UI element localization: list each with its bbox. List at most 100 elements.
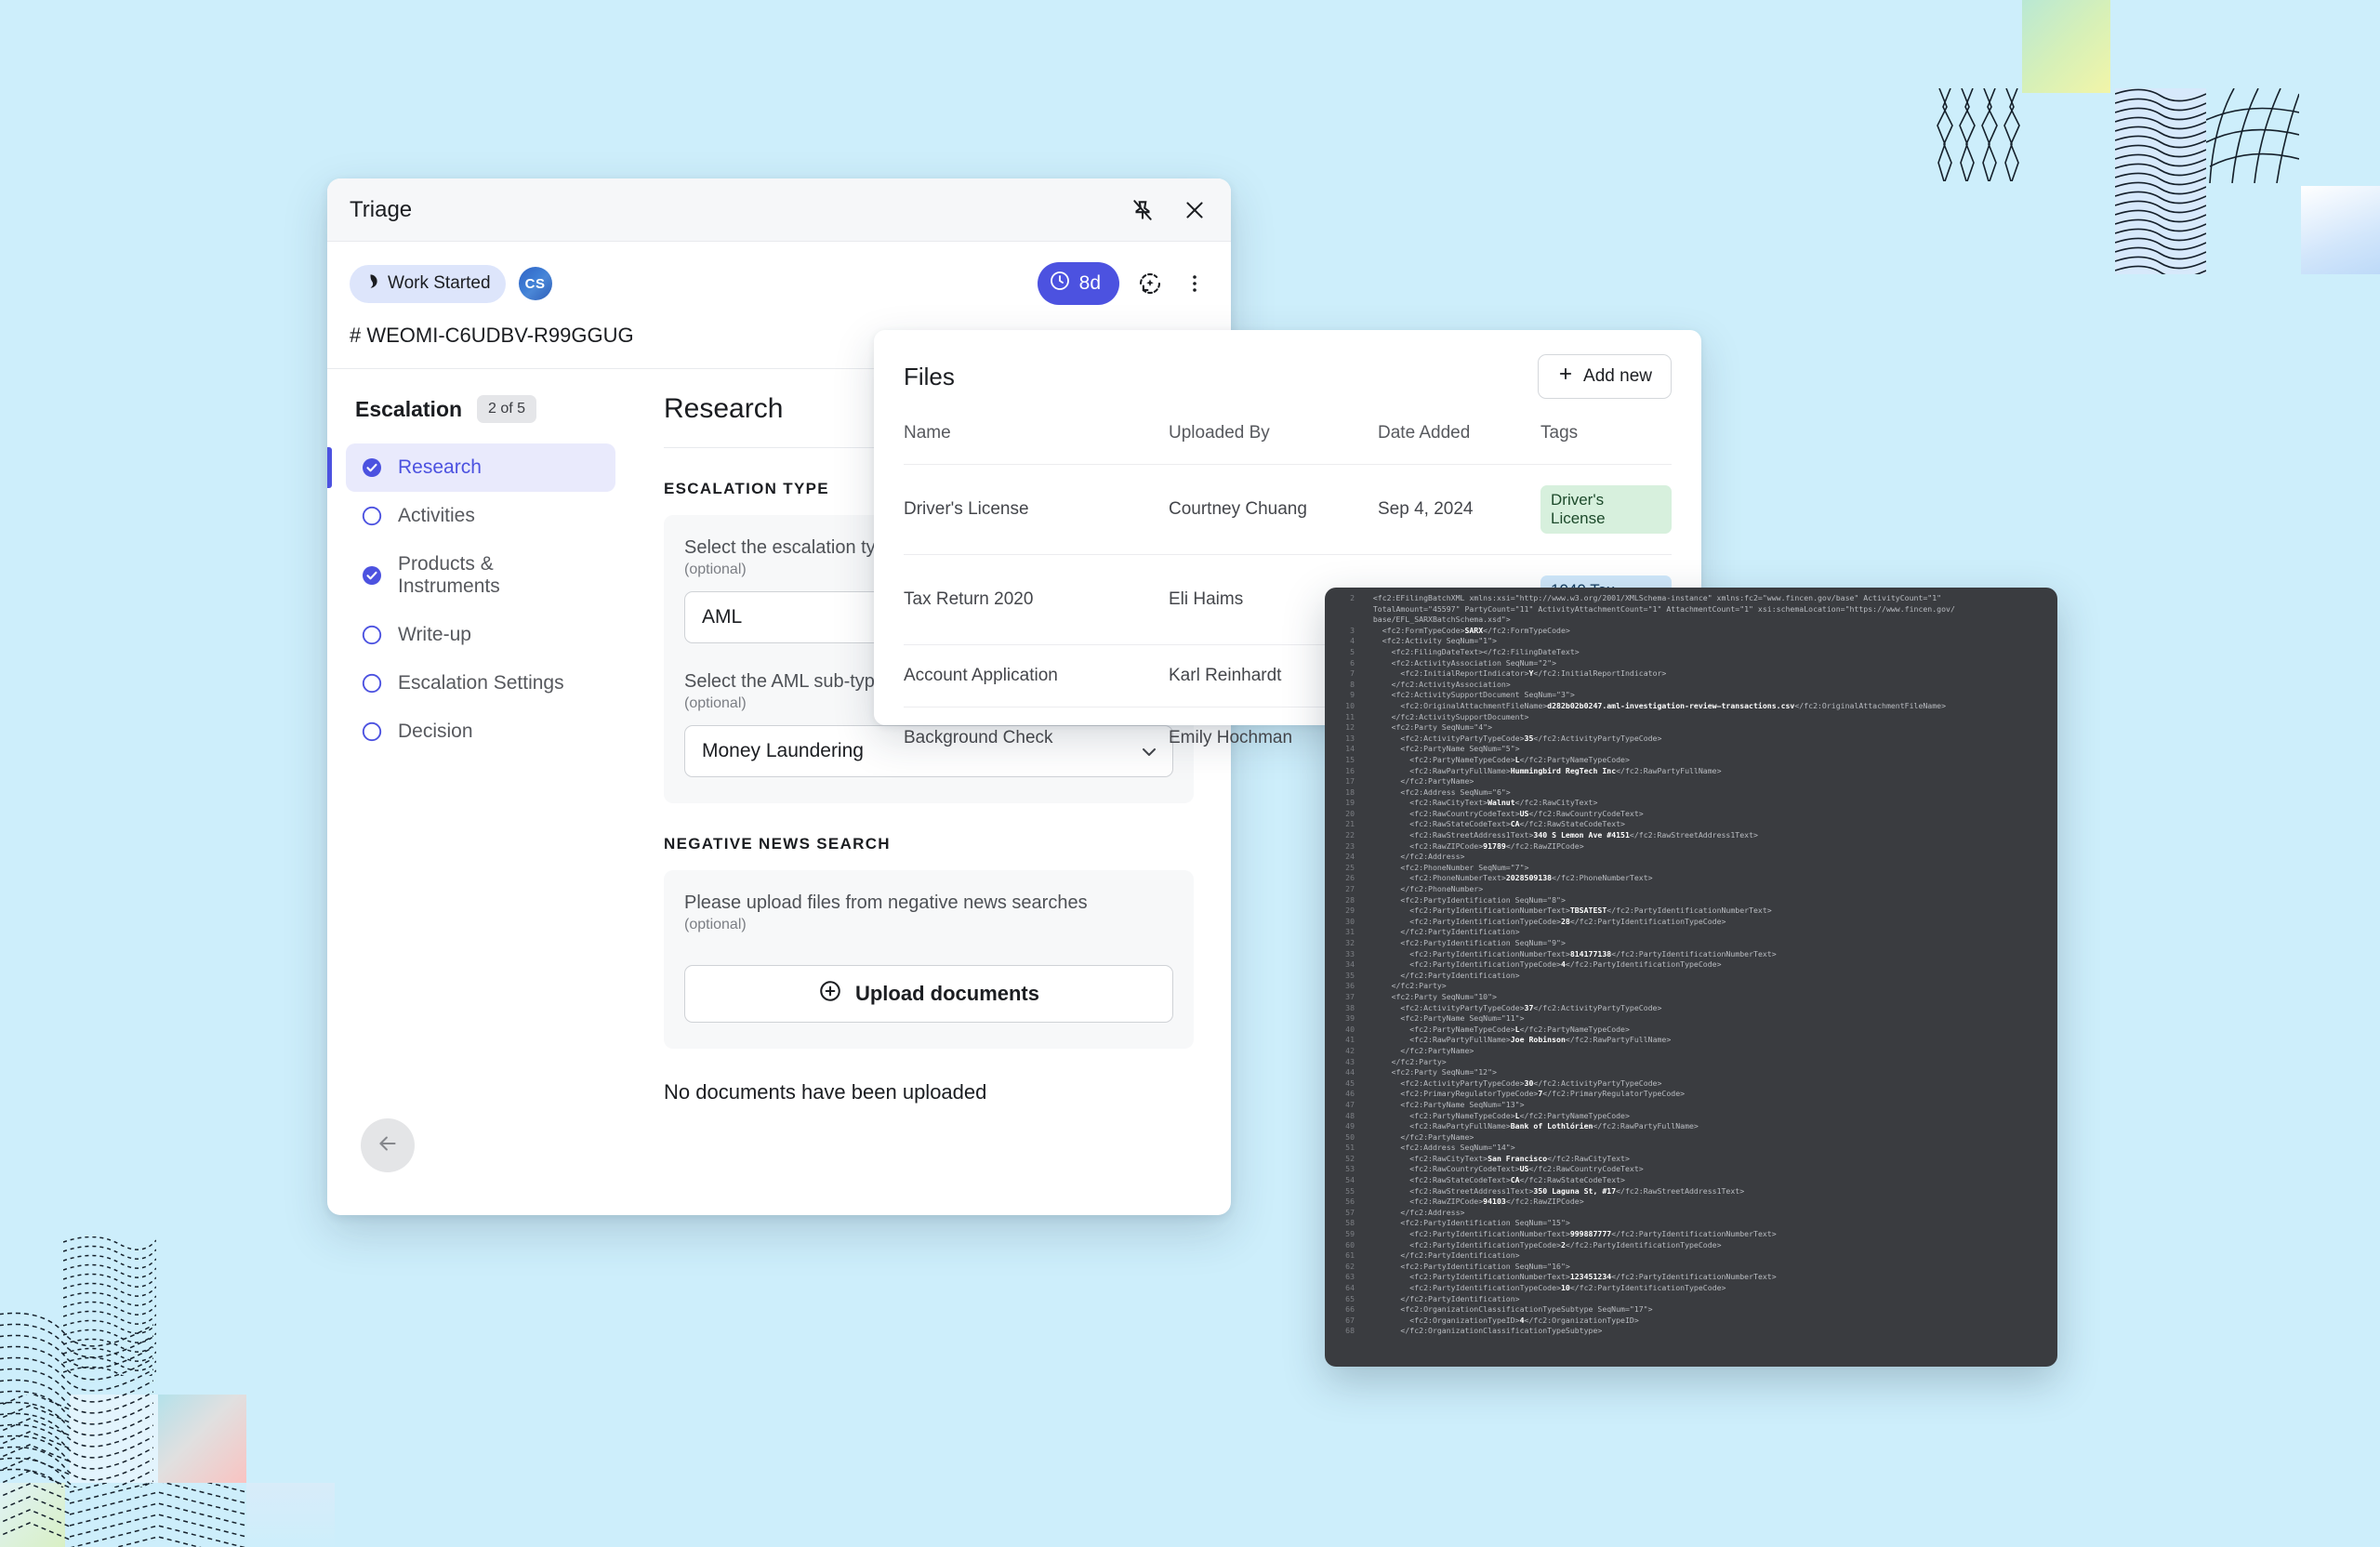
code-line-text: <fc2:ActivitySupportDocument SeqNum="3"> [1364, 690, 1575, 700]
code-line-number: 46 [1345, 1089, 1355, 1099]
status-badge[interactable]: Work Started [350, 264, 506, 303]
code-line: 48 <fc2:PartyNameTypeCode>L</fc2:PartyNa… [1325, 1111, 2057, 1122]
code-line-number: 21 [1345, 819, 1355, 829]
escalation-type-value: AML [702, 606, 743, 628]
code-line-text: <fc2:ActivityPartyTypeCode>30</fc2:Activ… [1364, 1078, 1662, 1088]
code-line: 16 <fc2:RawPartyFullName>Hummingbird Reg… [1325, 766, 2057, 777]
add-new-button[interactable]: Add new [1538, 354, 1672, 399]
code-line-number: 25 [1345, 862, 1355, 872]
code-line-text: </fc2:OrganizationClassificationTypeSubt… [1364, 1326, 1603, 1336]
ai-refresh-icon[interactable] [1136, 270, 1164, 298]
code-line-number: 63 [1345, 1272, 1355, 1282]
code-line-text: <fc2:RawZIPCode>94103</fc2:RawZIPCode> [1364, 1197, 1584, 1207]
code-line: 13 <fc2:ActivityPartyTypeCode>35</fc2:Ac… [1325, 734, 2057, 745]
code-line-number: 37 [1345, 991, 1355, 1001]
xml-code-viewer[interactable]: 2 <fc2:EFilingBatchXML xmlns:xsi="http:/… [1325, 588, 2057, 1367]
code-line-text: </fc2:Address> [1364, 852, 1465, 862]
add-new-label: Add new [1583, 366, 1652, 386]
code-line-number: 15 [1345, 754, 1355, 764]
code-line-number: 58 [1345, 1218, 1355, 1228]
code-line-number: 53 [1345, 1164, 1355, 1174]
upload-documents-button[interactable]: Upload documents [684, 965, 1173, 1023]
code-line: 37 <fc2:Party SeqNum="10"> [1325, 992, 2057, 1003]
code-line: 32 <fc2:PartyIdentification SeqNum="9"> [1325, 938, 2057, 949]
sidebar-item-research[interactable]: Research [327, 443, 615, 492]
code-line-number: 64 [1345, 1283, 1355, 1292]
code-line-number: 36 [1345, 981, 1355, 991]
code-line-number: 20 [1345, 808, 1355, 818]
code-line: 52 <fc2:RawCityText>San Francisco</fc2:R… [1325, 1154, 2057, 1165]
code-line: 34 <fc2:PartyIdentificationTypeCode>4</f… [1325, 959, 2057, 971]
circle-empty-icon [361, 721, 383, 743]
close-icon[interactable] [1181, 196, 1209, 224]
sidebar-item-activities[interactable]: Activities [346, 492, 615, 540]
code-line: 30 <fc2:PartyIdentificationTypeCode>28</… [1325, 917, 2057, 928]
code-line-number: 35 [1345, 970, 1355, 980]
sla-badge[interactable]: 8d [1037, 262, 1119, 305]
table-row[interactable]: Driver's License Courtney Chuang Sep 4, … [904, 464, 1672, 555]
sidebar-item-products-instruments[interactable]: Products & Instruments [346, 540, 615, 611]
column-header-tags[interactable]: Tags [1540, 423, 1672, 465]
escalation-title: Escalation [355, 396, 463, 421]
plus-circle-icon [818, 979, 842, 1009]
file-name: Background Check [904, 707, 1169, 769]
column-header-uploaded-by[interactable]: Uploaded By [1169, 423, 1378, 465]
pin-off-icon[interactable] [1129, 196, 1157, 224]
code-line: 50 </fc2:PartyName> [1325, 1132, 2057, 1144]
code-line: 36 </fc2:Party> [1325, 981, 2057, 992]
code-line: 11 </fc2:ActivitySupportDocument> [1325, 712, 2057, 723]
code-line: 56 <fc2:RawZIPCode>94103</fc2:RawZIPCode… [1325, 1197, 2057, 1208]
file-name: Driver's License [904, 464, 1169, 555]
code-line-text: <fc2:FormTypeCode>SARX</fc2:FormTypeCode… [1364, 625, 1570, 635]
code-line: 24 </fc2:Address> [1325, 852, 2057, 863]
code-line-number: 52 [1345, 1153, 1355, 1163]
code-line-number: 50 [1345, 1131, 1355, 1142]
escalation-sidebar: Escalation 2 of 5 Research Activities Pr… [327, 369, 634, 1200]
upload-documents-label: Upload documents [854, 982, 1039, 1005]
negative-news-optional: (optional) [684, 917, 747, 932]
sidebar-item-escalation-settings[interactable]: Escalation Settings [346, 659, 615, 707]
code-line-text: </fc2:Address> [1364, 1207, 1465, 1217]
sidebar-item-label: Activities [398, 505, 475, 526]
status-badge: Driver's License [1540, 485, 1672, 534]
code-line-text: </fc2:Party> [1364, 1056, 1447, 1066]
back-button[interactable] [361, 1118, 415, 1172]
code-line-number: 31 [1345, 927, 1355, 937]
code-line: 26 <fc2:PhoneNumberText>2028509138</fc2:… [1325, 873, 2057, 884]
code-line-number: 2 [1350, 593, 1355, 602]
more-vertical-icon[interactable] [1181, 270, 1209, 298]
code-line-text: <fc2:RawCountryCodeText>US</fc2:RawCount… [1364, 1164, 1644, 1174]
code-line-number: 41 [1345, 1035, 1355, 1045]
decor-web-pattern [2206, 88, 2299, 183]
code-line: 65 </fc2:PartyIdentification> [1325, 1294, 2057, 1305]
code-line-text: </fc2:Party> [1364, 981, 1447, 991]
arrow-left-icon [376, 1131, 400, 1160]
code-line: 18 <fc2:Address SeqNum="6"> [1325, 787, 2057, 799]
code-line: 67 <fc2:OrganizationTypeID>4</fc2:Organi… [1325, 1316, 2057, 1327]
code-line-text: </fc2:ActivityAssociation> [1364, 679, 1511, 689]
code-line-text: <fc2:PartyIdentificationNumberText>TBSAT… [1364, 906, 1772, 916]
code-line-text: <fc2:PartyIdentification SeqNum="15"> [1364, 1218, 1570, 1228]
code-line-number: 62 [1345, 1261, 1355, 1271]
code-line: 2 <fc2:EFilingBatchXML xmlns:xsi="http:/… [1325, 593, 2057, 604]
code-line-text: <fc2:ActivityPartyTypeCode>35</fc2:Activ… [1364, 733, 1662, 743]
sla-badge-label: 8d [1078, 272, 1101, 294]
column-header-date-added[interactable]: Date Added [1378, 423, 1540, 465]
code-line: 46 <fc2:PrimaryRegulatorTypeCode>7</fc2:… [1325, 1089, 2057, 1100]
avatar[interactable]: CS [518, 267, 552, 300]
column-header-name[interactable]: Name [904, 423, 1169, 465]
code-line-text: </fc2:PartyName> [1364, 1131, 1474, 1142]
code-line: 19 <fc2:RawCityText>Walnut</fc2:RawCityT… [1325, 798, 2057, 809]
code-line-text: <fc2:PartyIdentification SeqNum="8"> [1364, 894, 1566, 905]
code-line: 45 <fc2:ActivityPartyTypeCode>30</fc2:Ac… [1325, 1078, 2057, 1090]
escalation-header: Escalation 2 of 5 [346, 395, 615, 423]
sidebar-item-decision[interactable]: Decision [346, 707, 615, 756]
code-line: 21 <fc2:RawStateCodeText>CA</fc2:RawStat… [1325, 819, 2057, 830]
code-line-text: <fc2:RawPartyFullName>Joe Robinson</fc2:… [1364, 1035, 1672, 1045]
code-line-text: <fc2:PartyNameTypeCode>L</fc2:PartyNameT… [1364, 754, 1630, 764]
sidebar-item-write-up[interactable]: Write-up [346, 611, 615, 659]
code-line-text: </fc2:PhoneNumber> [1364, 884, 1484, 894]
code-line-number: 6 [1350, 657, 1355, 668]
code-line-number: 24 [1345, 852, 1355, 862]
code-line: 60 <fc2:PartyIdentificationTypeCode>2</f… [1325, 1240, 2057, 1251]
